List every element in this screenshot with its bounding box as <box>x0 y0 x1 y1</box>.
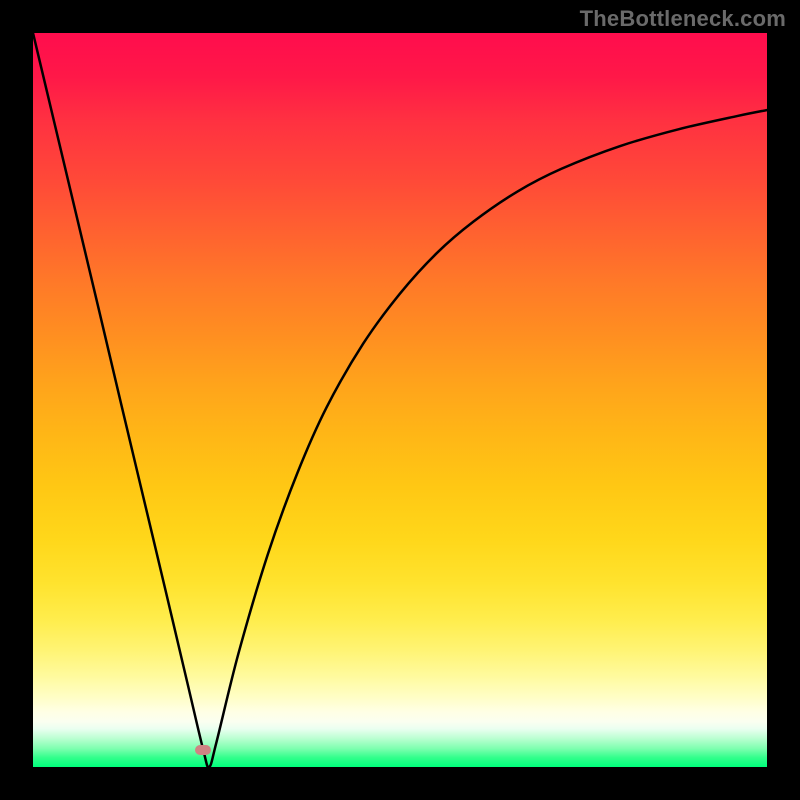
curve-svg <box>33 33 767 767</box>
bottleneck-curve <box>33 33 767 767</box>
chart-frame: TheBottleneck.com <box>0 0 800 800</box>
attribution-text: TheBottleneck.com <box>580 6 786 32</box>
selected-point-marker <box>195 745 211 755</box>
plot-area <box>33 33 767 767</box>
